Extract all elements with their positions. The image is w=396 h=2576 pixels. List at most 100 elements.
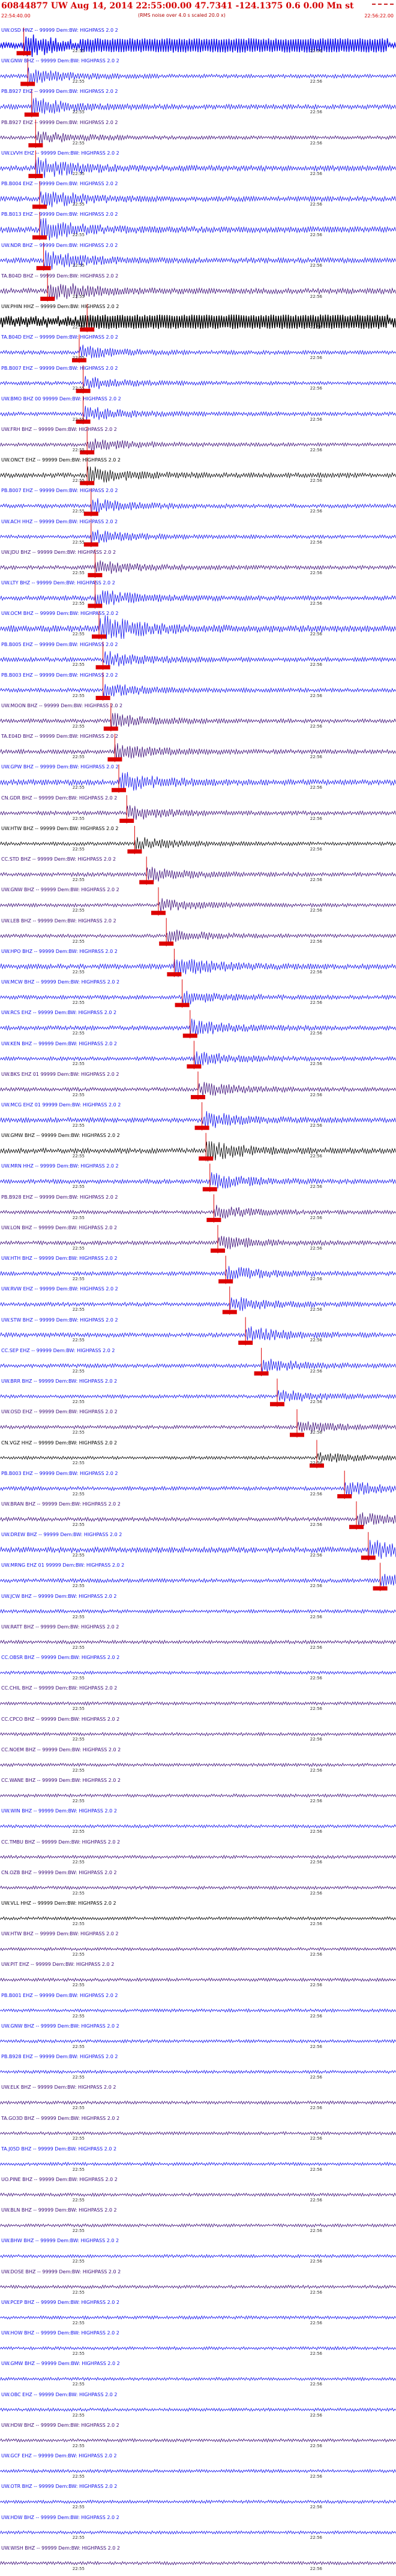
time-tick-label: 22:55 <box>72 509 85 514</box>
waveform-trace <box>0 1574 396 1587</box>
pick-marker <box>202 1187 217 1192</box>
time-tick-label: 22:56 <box>310 1921 322 1926</box>
station-label: PB.B001 EHZ -- 99999 Dem:BW: HIGHPASS 2.… <box>1 1992 118 1998</box>
waveform-trace <box>0 2560 396 2566</box>
pick-marker <box>206 1217 221 1222</box>
time-tick-label: 22:56 <box>310 1031 322 1036</box>
time-tick-label: 22:55 <box>72 2259 85 2264</box>
time-tick-label: 22:56 <box>310 478 322 484</box>
waveform-trace <box>0 684 396 698</box>
station-label: UW.MOON BHZ -- 99999 Dem:BW: HIGHPASS 2.… <box>1 703 123 709</box>
time-tick-label: 22:56 <box>310 1000 322 1005</box>
time-tick-label: 22:56 <box>310 417 322 422</box>
waveform-trace <box>0 1018 396 1037</box>
time-tick-label: 22:55 <box>72 1921 85 1926</box>
station-label: UW.DREW BHZ -- 99999 Dem:BW: HIGHPASS 2.… <box>1 1532 122 1538</box>
waveform-trace <box>0 498 396 515</box>
waveform-trace <box>0 2530 396 2535</box>
pick-marker <box>95 665 110 669</box>
pick-marker <box>151 910 166 915</box>
station-label: UW.OSD EHZ -- 99999 Dem:BW: HIGHPASS 2.0… <box>1 1409 118 1415</box>
time-tick-label: 22:55 <box>72 1952 85 1957</box>
time-tick-label: 22:55 <box>72 846 85 852</box>
time-tick-label: 22:55 <box>72 755 85 760</box>
station-label: CC.WANE BHZ -- 99999 Dem:BW: HIGHPASS 2.… <box>1 1778 121 1784</box>
pick-marker <box>88 573 103 578</box>
pick-marker <box>175 1003 190 1008</box>
time-tick-label: 22:56 <box>310 570 322 575</box>
time-tick-label: 22:55 <box>72 1767 85 1773</box>
time-tick-label: 22:56 <box>310 2106 322 2111</box>
station-label: UW.MRN HHZ -- 99999 Dem:BW: HIGHPASS 2.0… <box>1 1163 119 1169</box>
station-label: CC.STD BHZ -- 99999 Dem:BW: HIGHPASS 2.0… <box>1 856 116 862</box>
waveform-trace <box>0 1266 396 1280</box>
pick-marker <box>270 1402 284 1407</box>
station-label: TA.B04D EHZ -- 99999 Dem:BW: HIGHPASS 2.… <box>1 334 118 340</box>
time-tick-label: 22:56 <box>310 1215 322 1220</box>
time-tick-label: 22:56 <box>310 324 322 330</box>
time-tick-label: 22:56 <box>310 1737 322 1742</box>
time-tick-label: 22:55 <box>72 816 85 821</box>
waveform-trace <box>0 1609 396 1614</box>
time-tick-label: 22:55 <box>72 2443 85 2448</box>
station-label: UW.PHIN HHZ -- 99999 Dem:BW: HIGHPASS 2.… <box>1 304 119 310</box>
time-tick-label: 22:56 <box>310 1307 322 1313</box>
waveform-trace <box>0 1762 396 1767</box>
waveform-trace <box>0 376 396 390</box>
pick-marker <box>119 818 134 823</box>
waveform-trace <box>0 713 396 729</box>
time-tick-label: 22:55 <box>72 1983 85 1988</box>
pick-marker <box>199 1156 214 1161</box>
pick-marker <box>194 1126 209 1130</box>
station-label: UW.GNW BHZ -- 99999 Dem:BW: HIGHPASS 2.0… <box>1 887 119 893</box>
station-label: UW.ELK BHZ -- 99999 Dem:BW: HIGHPASS 2.0… <box>1 2085 116 2091</box>
time-tick-label: 22:56 <box>310 2136 322 2141</box>
station-label: UW.GMW BHZ -- 99999 Dem:BW: HIGHPASS 2.0… <box>1 2361 120 2367</box>
time-tick-label: 22:55 <box>72 1399 85 1404</box>
waveform-trace <box>0 2407 396 2412</box>
time-tick-label: 22:56 <box>310 447 322 453</box>
time-tick-label: 22:56 <box>310 877 322 883</box>
station-label: UW.BRR BHZ -- 99999 Dem:BW: HIGHPASS 2.0… <box>1 1379 118 1384</box>
time-tick-label: 22:55 <box>72 2167 85 2172</box>
time-tick-label: 22:56 <box>310 48 322 53</box>
station-label: PB.B007 EHZ -- 99999 Dem:BW: HIGHPASS 2.… <box>1 488 118 494</box>
station-label: UW.OCM BHZ -- 99999 Dem:BW: HIGHPASS 2.0… <box>1 611 119 617</box>
station-label: TA.GO3D BHZ -- 99999 Dem:BW: HIGHPASS 2.… <box>1 2115 120 2121</box>
time-tick-label: 22:55 <box>72 386 85 391</box>
pick-marker <box>211 1248 225 1253</box>
pick-marker <box>191 1095 205 1100</box>
time-tick-label: 22:56 <box>310 1184 322 1190</box>
time-tick-label: 22:55 <box>72 324 85 330</box>
station-label: TA.E04D BHZ -- 99999 Dem:BW: HIGHPASS 2.… <box>1 734 118 740</box>
time-tick-label: 22:56 <box>310 1522 322 1527</box>
time-tick-label: 22:55 <box>72 2474 85 2479</box>
time-tick-label: 22:56 <box>310 233 322 238</box>
station-label: CC.OBSR BHZ -- 99999 Dem:BW: HIGHPASS 2.… <box>1 1655 120 1661</box>
time-tick-label: 22:55 <box>72 355 85 361</box>
time-tick-label: 22:56 <box>310 1461 322 1466</box>
time-tick-label: 22:56 <box>310 1798 322 1803</box>
time-tick-label: 22:55 <box>72 2351 85 2357</box>
time-tick-label: 22:55 <box>72 233 85 238</box>
time-tick-label: 22:56 <box>310 140 322 146</box>
station-label: UW.GPW BHZ -- 99999 Dem:BW: HIGHPASS 2.0… <box>1 764 119 770</box>
station-label: UW.JCW BHZ -- 99999 Dem:BW: HIGHPASS 2.0… <box>1 1593 117 1599</box>
station-label: UW.JDU BHZ -- 99999 Dem:BW: HIGHPASS 2.0… <box>1 549 116 555</box>
pick-marker <box>16 51 31 56</box>
station-label: PB.B927 EHZ -- 99999 Dem:BW: HIGHPASS 2.… <box>1 119 118 125</box>
waveform-trace <box>0 1326 396 1341</box>
pick-marker <box>83 542 98 547</box>
waveform-trace <box>0 1452 396 1463</box>
time-tick-label: 22:55 <box>72 417 85 422</box>
station-label: UW.LVVH EHZ -- 99999 Dem:BW: HIGHPASS 2.… <box>1 150 119 156</box>
time-tick-label: 22:55 <box>72 79 85 85</box>
time-tick-label: 22:55 <box>72 1491 85 1497</box>
station-label: CN.GDR BHZ -- 99999 Dem:BW: HIGHPASS 2.0… <box>1 795 118 801</box>
waveform-trace <box>0 345 396 358</box>
waveform-trace <box>0 2039 396 2044</box>
station-label: UW.STW BHZ -- 99999 Dem:BW: HIGHPASS 2.0… <box>1 1317 118 1323</box>
time-tick-label: 22:55 <box>72 1307 85 1313</box>
station-label: PB.B007 EHZ -- 99999 Dem:BW: HIGHPASS 2.… <box>1 365 118 371</box>
time-tick-label: 22:55 <box>72 1706 85 1712</box>
